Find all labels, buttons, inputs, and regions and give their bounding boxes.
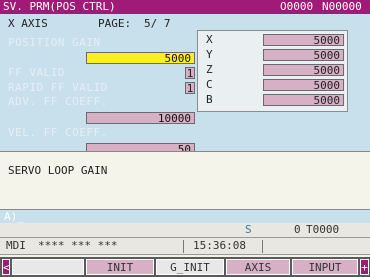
axis-name: Y — [206, 48, 213, 61]
axis-value-field[interactable]: 5000 — [263, 94, 344, 107]
axis-label: X AXIS — [8, 17, 48, 30]
mode-indicator: MDI — [6, 239, 26, 252]
axis-row: C 5000 — [198, 78, 349, 92]
screen-title: SV. PRM(POS CTRL) — [3, 0, 116, 13]
axis-row: Z 5000 — [198, 63, 349, 77]
program-number: O0000 — [280, 0, 314, 13]
clock: 15:36:08 — [193, 239, 246, 252]
page-label: PAGE: — [98, 17, 132, 30]
ff-valid-field[interactable]: 1 — [185, 67, 195, 80]
key-input-line[interactable]: A)_ — [0, 209, 370, 223]
axis-name: C — [206, 78, 213, 91]
spindle-value: 0 — [294, 223, 301, 236]
softkey-init[interactable]: INIT — [86, 259, 154, 275]
softkey-axis[interactable]: AXIS — [226, 259, 290, 275]
axis-row: B 5000 — [198, 93, 349, 107]
softkey-bar: < INIT G_INIT AXIS INPUT + — [0, 257, 370, 277]
axis-name: B — [206, 93, 213, 106]
title-bar: SV. PRM(POS CTRL) O0000 N00000 — [0, 0, 370, 14]
message-area: SERVO LOOP GAIN — [0, 151, 370, 209]
adv-ff-coeff-label: ADV. FF COEFF. — [8, 95, 108, 108]
softkey-input[interactable]: INPUT — [292, 259, 358, 275]
status-divider — [183, 240, 184, 253]
axis-values-popup: X 5000 Y 5000 Z 5000 C 5000 B 5000 — [197, 30, 348, 112]
machine-state: **** *** *** — [38, 239, 118, 252]
axis-row: Y 5000 — [198, 48, 349, 62]
input-prompt: A)_ — [4, 210, 24, 223]
axis-name: Z — [206, 63, 213, 76]
axis-row: X 5000 — [198, 33, 349, 47]
softkey-next-arrow[interactable]: + — [360, 259, 369, 275]
softkey-g-init[interactable]: G_INIT — [156, 259, 224, 275]
position-gain-label: POSITION GAIN — [8, 36, 101, 49]
rapid-ff-valid-field[interactable]: 1 — [185, 82, 195, 95]
message-text: SERVO LOOP GAIN — [8, 164, 108, 177]
spindle-tool-status: S 0 T0000 — [0, 223, 370, 237]
axis-name: X — [206, 33, 213, 46]
position-gain-field[interactable]: 5000 — [86, 52, 195, 65]
tool-number: T0000 — [306, 223, 340, 236]
adv-ff-coeff-field[interactable]: 10000 — [86, 112, 195, 125]
softkey-prev-arrow[interactable]: < — [2, 259, 10, 275]
mode-status-bar: MDI **** *** *** 15:36:08 — [0, 237, 370, 255]
axis-value-field[interactable]: 5000 — [263, 34, 344, 47]
axis-value-field[interactable]: 5000 — [263, 64, 344, 77]
page-number: 5/ 7 — [144, 17, 171, 30]
softkey-blank[interactable] — [12, 259, 84, 275]
axis-value-field[interactable]: 5000 — [263, 79, 344, 92]
rapid-ff-valid-label: RAPID FF VALID — [8, 81, 108, 94]
vel-ff-coeff-label: VEL. FF COEFF. — [8, 126, 108, 139]
axis-value-field[interactable]: 5000 — [263, 49, 344, 62]
spindle-label: S — [245, 223, 252, 236]
sequence-number: N00000 — [322, 0, 362, 13]
ff-valid-label: FF VALID — [8, 66, 65, 79]
status-divider — [262, 240, 263, 253]
